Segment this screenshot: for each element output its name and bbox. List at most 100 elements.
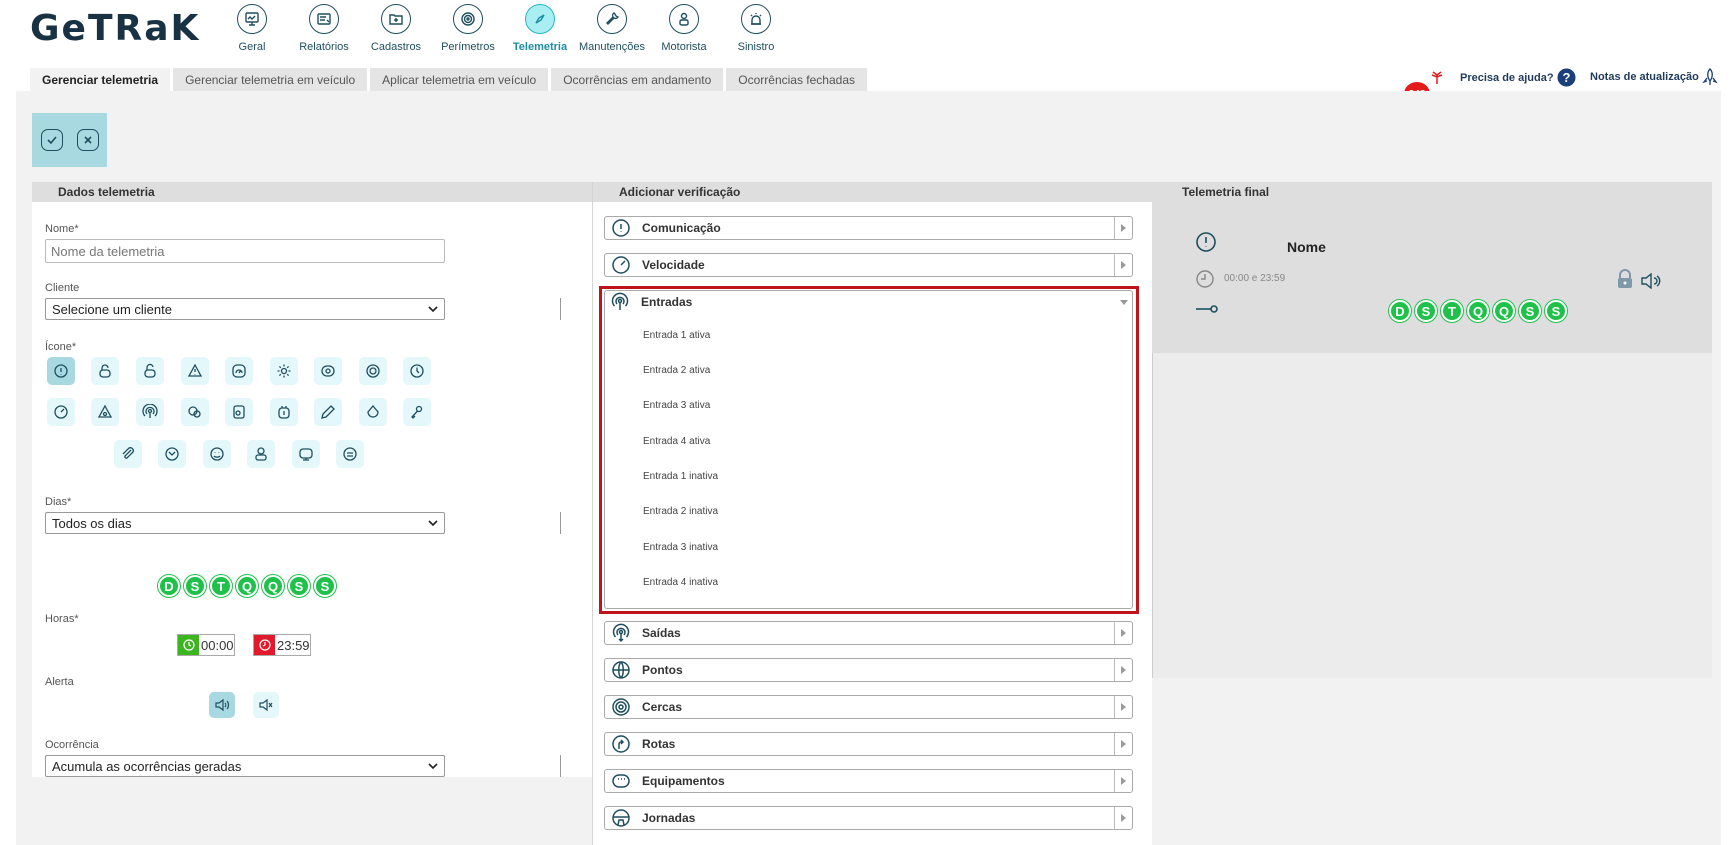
- cancel-button[interactable]: [76, 129, 99, 151]
- lock-icon-option[interactable]: [91, 357, 119, 385]
- unlock-icon-option[interactable]: [136, 357, 164, 385]
- client-select[interactable]: Selecione um cliente: [45, 298, 445, 320]
- day-toggle-tuesday[interactable]: T: [210, 575, 232, 597]
- divider: [560, 512, 561, 534]
- nav-motorista[interactable]: Motorista: [648, 4, 720, 53]
- client-label: Cliente: [45, 282, 80, 294]
- nav-label: Manutenções: [578, 41, 646, 53]
- confirm-button[interactable]: [40, 129, 63, 151]
- start-time-input[interactable]: 00:00: [177, 634, 235, 656]
- day-toggle-wednesday[interactable]: Q: [236, 575, 258, 597]
- nav-relatorios[interactable]: Relatórios: [288, 4, 360, 53]
- key-icon-option[interactable]: [403, 398, 431, 426]
- sound-on-icon[interactable]: [209, 692, 235, 718]
- screen-icon-option[interactable]: [292, 440, 320, 468]
- fuel-warning-icon-option[interactable]: [91, 398, 119, 426]
- nav-sinistro[interactable]: Sinistro: [720, 4, 792, 53]
- option-entrada-3-ativa[interactable]: Entrada 3 ativa: [643, 400, 710, 411]
- option-entrada-4-inativa[interactable]: Entrada 4 inativa: [643, 577, 718, 588]
- tab-aplicar-telemetria-veiculo[interactable]: Aplicar telemetria em veículo: [370, 68, 549, 91]
- settings-icon-option[interactable]: [270, 357, 298, 385]
- option-entrada-3-inativa[interactable]: Entrada 3 inativa: [643, 542, 718, 553]
- cash-icon-option[interactable]: [336, 440, 364, 468]
- drop-icon-option[interactable]: [359, 398, 387, 426]
- alert-circle-icon: [609, 216, 633, 240]
- help-label: Precisa de ajuda?: [1460, 71, 1554, 84]
- clock-icon-option[interactable]: [403, 357, 431, 385]
- end-time-value: 23:59: [277, 637, 310, 653]
- tab-ocorrencias-andamento[interactable]: Ocorrências em andamento: [551, 68, 724, 91]
- client-value: Selecione um cliente: [52, 301, 172, 317]
- updates-label: Notas de atualização: [1590, 71, 1699, 83]
- face-icon-option[interactable]: [158, 440, 186, 468]
- day-toggle-thursday[interactable]: Q: [262, 575, 284, 597]
- caret-right-icon: [1114, 254, 1132, 276]
- brake-icon-option[interactable]: [359, 357, 387, 385]
- occurrence-value: Acumula as ocorrências geradas: [52, 758, 242, 774]
- option-entrada-1-inativa[interactable]: Entrada 1 inativa: [643, 471, 718, 482]
- emoji-icon-option[interactable]: [203, 440, 231, 468]
- section-rotas[interactable]: Rotas: [604, 732, 1133, 756]
- nav-cadastros[interactable]: Cadastros: [360, 4, 432, 53]
- days-select[interactable]: Todos os dias: [45, 512, 445, 534]
- battery-icon-option[interactable]: [270, 398, 298, 426]
- driver-icon-option[interactable]: [247, 440, 275, 468]
- option-entrada-1-ativa[interactable]: Entrada 1 ativa: [643, 330, 710, 341]
- nav-geral[interactable]: Geral: [216, 4, 288, 53]
- caret-right-icon: [1114, 733, 1132, 755]
- occurrence-label: Ocorrência: [45, 739, 99, 751]
- section-label: Comunicação: [642, 221, 721, 235]
- route-arrow-icon: [609, 732, 633, 756]
- caret-right-icon: [1114, 770, 1132, 792]
- section-cercas[interactable]: Cercas: [604, 695, 1133, 719]
- tab-gerenciar-telemetria-veiculo[interactable]: Gerenciar telemetria em veículo: [173, 68, 368, 91]
- section-label: Jornadas: [642, 811, 696, 825]
- nav-label: Relatórios: [299, 41, 349, 53]
- section-velocidade[interactable]: Velocidade: [604, 253, 1133, 277]
- nav-label: Motorista: [661, 41, 707, 53]
- tab-gerenciar-telemetria[interactable]: Gerenciar telemetria: [30, 68, 171, 91]
- speedometer-icon-option[interactable]: [47, 398, 75, 426]
- occurrence-select[interactable]: Acumula as ocorrências geradas: [45, 755, 445, 777]
- divider: [560, 755, 561, 777]
- section-equipamentos[interactable]: Equipamentos: [604, 769, 1133, 793]
- warning-icon-option[interactable]: [181, 357, 209, 385]
- alert-icon-option[interactable]: [47, 357, 75, 385]
- updates-link[interactable]: Notas de atualização: [1590, 68, 1718, 86]
- section-comunicacao[interactable]: Comunicação: [604, 216, 1133, 240]
- section-label: Rotas: [642, 737, 676, 751]
- day-toggle-saturday[interactable]: S: [314, 575, 336, 597]
- sound-off-icon[interactable]: [253, 692, 279, 718]
- nav-manutencoes[interactable]: Manutenções: [576, 4, 648, 53]
- end-time-input[interactable]: 23:59: [253, 634, 311, 656]
- section-jornadas[interactable]: Jornadas: [604, 806, 1133, 830]
- gauge-icon-option[interactable]: [225, 357, 253, 385]
- key-line-icon: [1195, 302, 1219, 316]
- section-pontos[interactable]: Pontos: [604, 658, 1133, 682]
- device-icon: [609, 769, 633, 793]
- panel-title: Telemetria final: [1182, 185, 1270, 199]
- day-toggle-friday[interactable]: S: [288, 575, 310, 597]
- signal-icon-option[interactable]: [136, 398, 164, 426]
- eye-icon-option[interactable]: [314, 357, 342, 385]
- antenna-icon[interactable]: [1431, 70, 1443, 84]
- section-label: Entradas: [641, 295, 693, 309]
- tab-ocorrencias-fechadas[interactable]: Ocorrências fechadas: [726, 68, 868, 91]
- alert-label: Alerta: [45, 676, 74, 688]
- option-entrada-2-ativa[interactable]: Entrada 2 ativa: [643, 365, 710, 376]
- start-time-value: 00:00: [201, 637, 234, 653]
- option-entrada-4-ativa[interactable]: Entrada 4 ativa: [643, 436, 710, 447]
- section-entradas[interactable]: Entradas: [604, 290, 1133, 314]
- section-saidas[interactable]: Saídas: [604, 621, 1133, 645]
- document-icon-option[interactable]: [225, 398, 253, 426]
- nav-perimetros[interactable]: Perímetros: [432, 4, 504, 53]
- nav-telemetria[interactable]: Telemetria: [504, 4, 576, 53]
- name-input[interactable]: Nome da telemetria: [45, 239, 445, 263]
- paint-icon-option[interactable]: [181, 398, 209, 426]
- day-toggle-monday[interactable]: S: [184, 575, 206, 597]
- clip-icon-option[interactable]: [114, 440, 142, 468]
- help-link[interactable]: Precisa de ajuda? ?: [1460, 68, 1576, 87]
- option-entrada-2-inativa[interactable]: Entrada 2 inativa: [643, 506, 718, 517]
- pencil-icon-option[interactable]: [314, 398, 342, 426]
- day-toggle-sunday[interactable]: D: [158, 575, 180, 597]
